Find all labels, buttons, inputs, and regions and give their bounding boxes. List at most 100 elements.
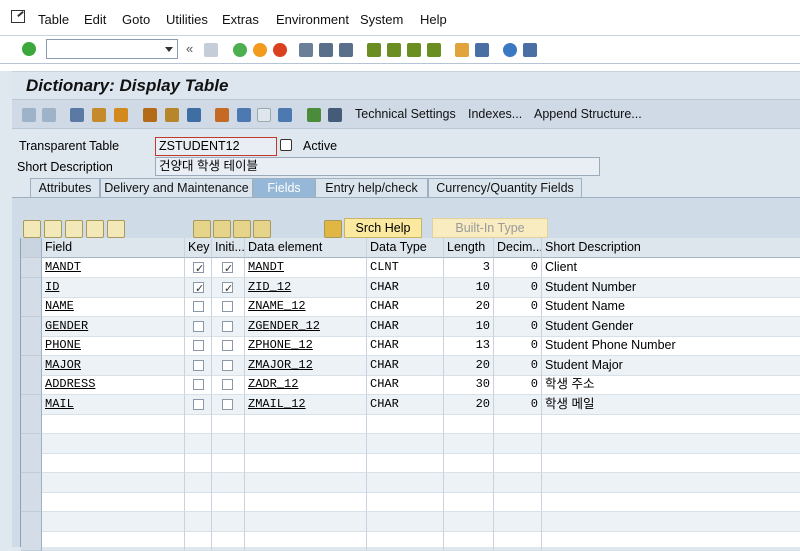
column-header-data-element[interactable]: Data element [245,238,367,258]
tab-currency-quantity[interactable]: Currency/Quantity Fields [428,178,582,198]
data-type-cell[interactable]: CHAR [367,297,444,317]
table-name-field[interactable]: ZSTUDENT12 [155,137,277,156]
short-description-cell[interactable]: Client [542,258,800,278]
length-cell[interactable]: 10 [444,277,494,298]
key-checkbox[interactable] [193,379,204,390]
initial-values-checkbox[interactable] [222,320,233,332]
decimals-cell[interactable] [494,492,542,512]
row-selector[interactable] [21,414,42,434]
menu-utilities[interactable]: Utilities [166,12,208,27]
short-description-cell[interactable] [542,472,800,493]
check-icon[interactable] [92,108,106,122]
row-selector[interactable] [21,492,42,512]
short-description-cell[interactable]: Student Major [542,355,800,376]
data-type-cell[interactable]: CHAR [367,394,444,415]
data-element-cell[interactable]: ZGENDER_12 [245,316,367,337]
help-icon[interactable] [503,43,517,57]
cancel-icon[interactable] [273,43,287,57]
length-cell[interactable] [444,531,494,551]
field-name-cell[interactable]: PHONE [42,336,185,356]
column-header-data-type[interactable]: Data Type [367,238,444,258]
field-name-cell[interactable] [42,511,185,532]
data-element-cell[interactable]: ZID_12 [245,277,367,298]
field-name-cell[interactable] [42,531,185,551]
initial-values-checkbox[interactable] [222,340,233,351]
length-cell[interactable]: 3 [444,258,494,278]
menu-extras[interactable]: Extras [222,12,259,27]
field-name-cell[interactable] [42,414,185,434]
initial-values-checkbox[interactable] [222,280,233,297]
row-selector[interactable] [21,375,42,395]
forward-arrow-icon[interactable] [42,108,56,122]
tab-attributes[interactable]: Attributes [30,178,100,198]
length-cell[interactable] [444,453,494,473]
initial-values-checkbox[interactable] [222,301,233,312]
length-cell[interactable]: 10 [444,316,494,337]
new-session-icon[interactable] [455,43,469,57]
field-name-cell[interactable] [42,453,185,473]
short-description-field[interactable]: 건양대 학생 테이블 [155,157,600,176]
table-contents-icon[interactable] [328,108,342,122]
print-icon[interactable] [299,43,313,57]
decimals-cell[interactable] [494,453,542,473]
save-icon[interactable] [204,43,218,57]
decimals-cell[interactable]: 0 [494,394,542,415]
data-element-cell[interactable] [245,492,367,512]
data-element-cell[interactable]: ZMAJOR_12 [245,355,367,376]
find-icon[interactable] [319,43,333,57]
back-icon[interactable] [233,43,247,57]
filter-icon[interactable] [193,220,211,238]
field-name-cell[interactable]: MANDT [42,258,185,278]
short-description-cell[interactable] [542,414,800,434]
field-name-cell[interactable] [42,433,185,454]
column-header-length[interactable]: Length [444,238,494,258]
data-type-cell[interactable]: CLNT [367,258,444,278]
column-header-key[interactable]: Key [185,238,212,258]
length-cell[interactable]: 20 [444,355,494,376]
row-selector[interactable] [21,472,42,493]
data-element-cell[interactable]: ZMAIL_12 [245,394,367,415]
data-element-cell[interactable]: ZPHONE_12 [245,336,367,356]
data-type-cell[interactable] [367,531,444,551]
row-selector[interactable] [21,511,42,532]
next-page-icon[interactable] [407,43,421,57]
short-description-cell[interactable] [542,453,800,473]
decimals-cell[interactable]: 0 [494,336,542,356]
data-type-cell[interactable]: CHAR [367,375,444,395]
field-name-cell[interactable]: NAME [42,297,185,317]
technical-settings-button[interactable]: Technical Settings [355,107,456,121]
short-description-cell[interactable]: 학생 주소 [542,375,800,395]
field-name-cell[interactable]: MAIL [42,394,185,415]
menu-edit[interactable]: Edit [84,12,106,27]
object-list-icon[interactable] [165,108,179,122]
initial-values-checkbox[interactable] [222,359,233,371]
shortcut-icon[interactable] [475,43,489,57]
field-name-cell[interactable] [42,472,185,493]
exit-icon[interactable] [253,43,267,57]
data-type-cell[interactable]: CHAR [367,336,444,356]
field-name-cell[interactable] [42,492,185,512]
short-description-cell[interactable] [542,492,800,512]
length-cell[interactable] [444,433,494,454]
contents-icon[interactable] [307,108,321,122]
data-type-cell[interactable]: CHAR [367,316,444,337]
short-description-cell[interactable] [542,531,800,551]
decimals-cell[interactable] [494,472,542,493]
menu-help[interactable]: Help [420,12,447,27]
length-cell[interactable] [444,472,494,493]
row-selector[interactable] [21,531,42,551]
length-cell[interactable] [444,511,494,532]
short-description-cell[interactable]: 학생 메일 [542,394,800,415]
row-selector[interactable] [21,355,42,376]
data-element-cell[interactable] [245,531,367,551]
display-icon[interactable] [257,108,271,122]
key-checkbox[interactable] [193,301,204,312]
row-selector[interactable] [21,336,42,356]
data-type-cell[interactable] [367,453,444,473]
data-element-cell[interactable]: ZADR_12 [245,375,367,395]
short-description-cell[interactable] [542,511,800,532]
row-selector[interactable] [21,453,42,473]
where-used-icon[interactable] [143,108,157,122]
data-element-cell[interactable] [245,511,367,532]
tab-entry-help-check[interactable]: Entry help/check [315,178,428,198]
